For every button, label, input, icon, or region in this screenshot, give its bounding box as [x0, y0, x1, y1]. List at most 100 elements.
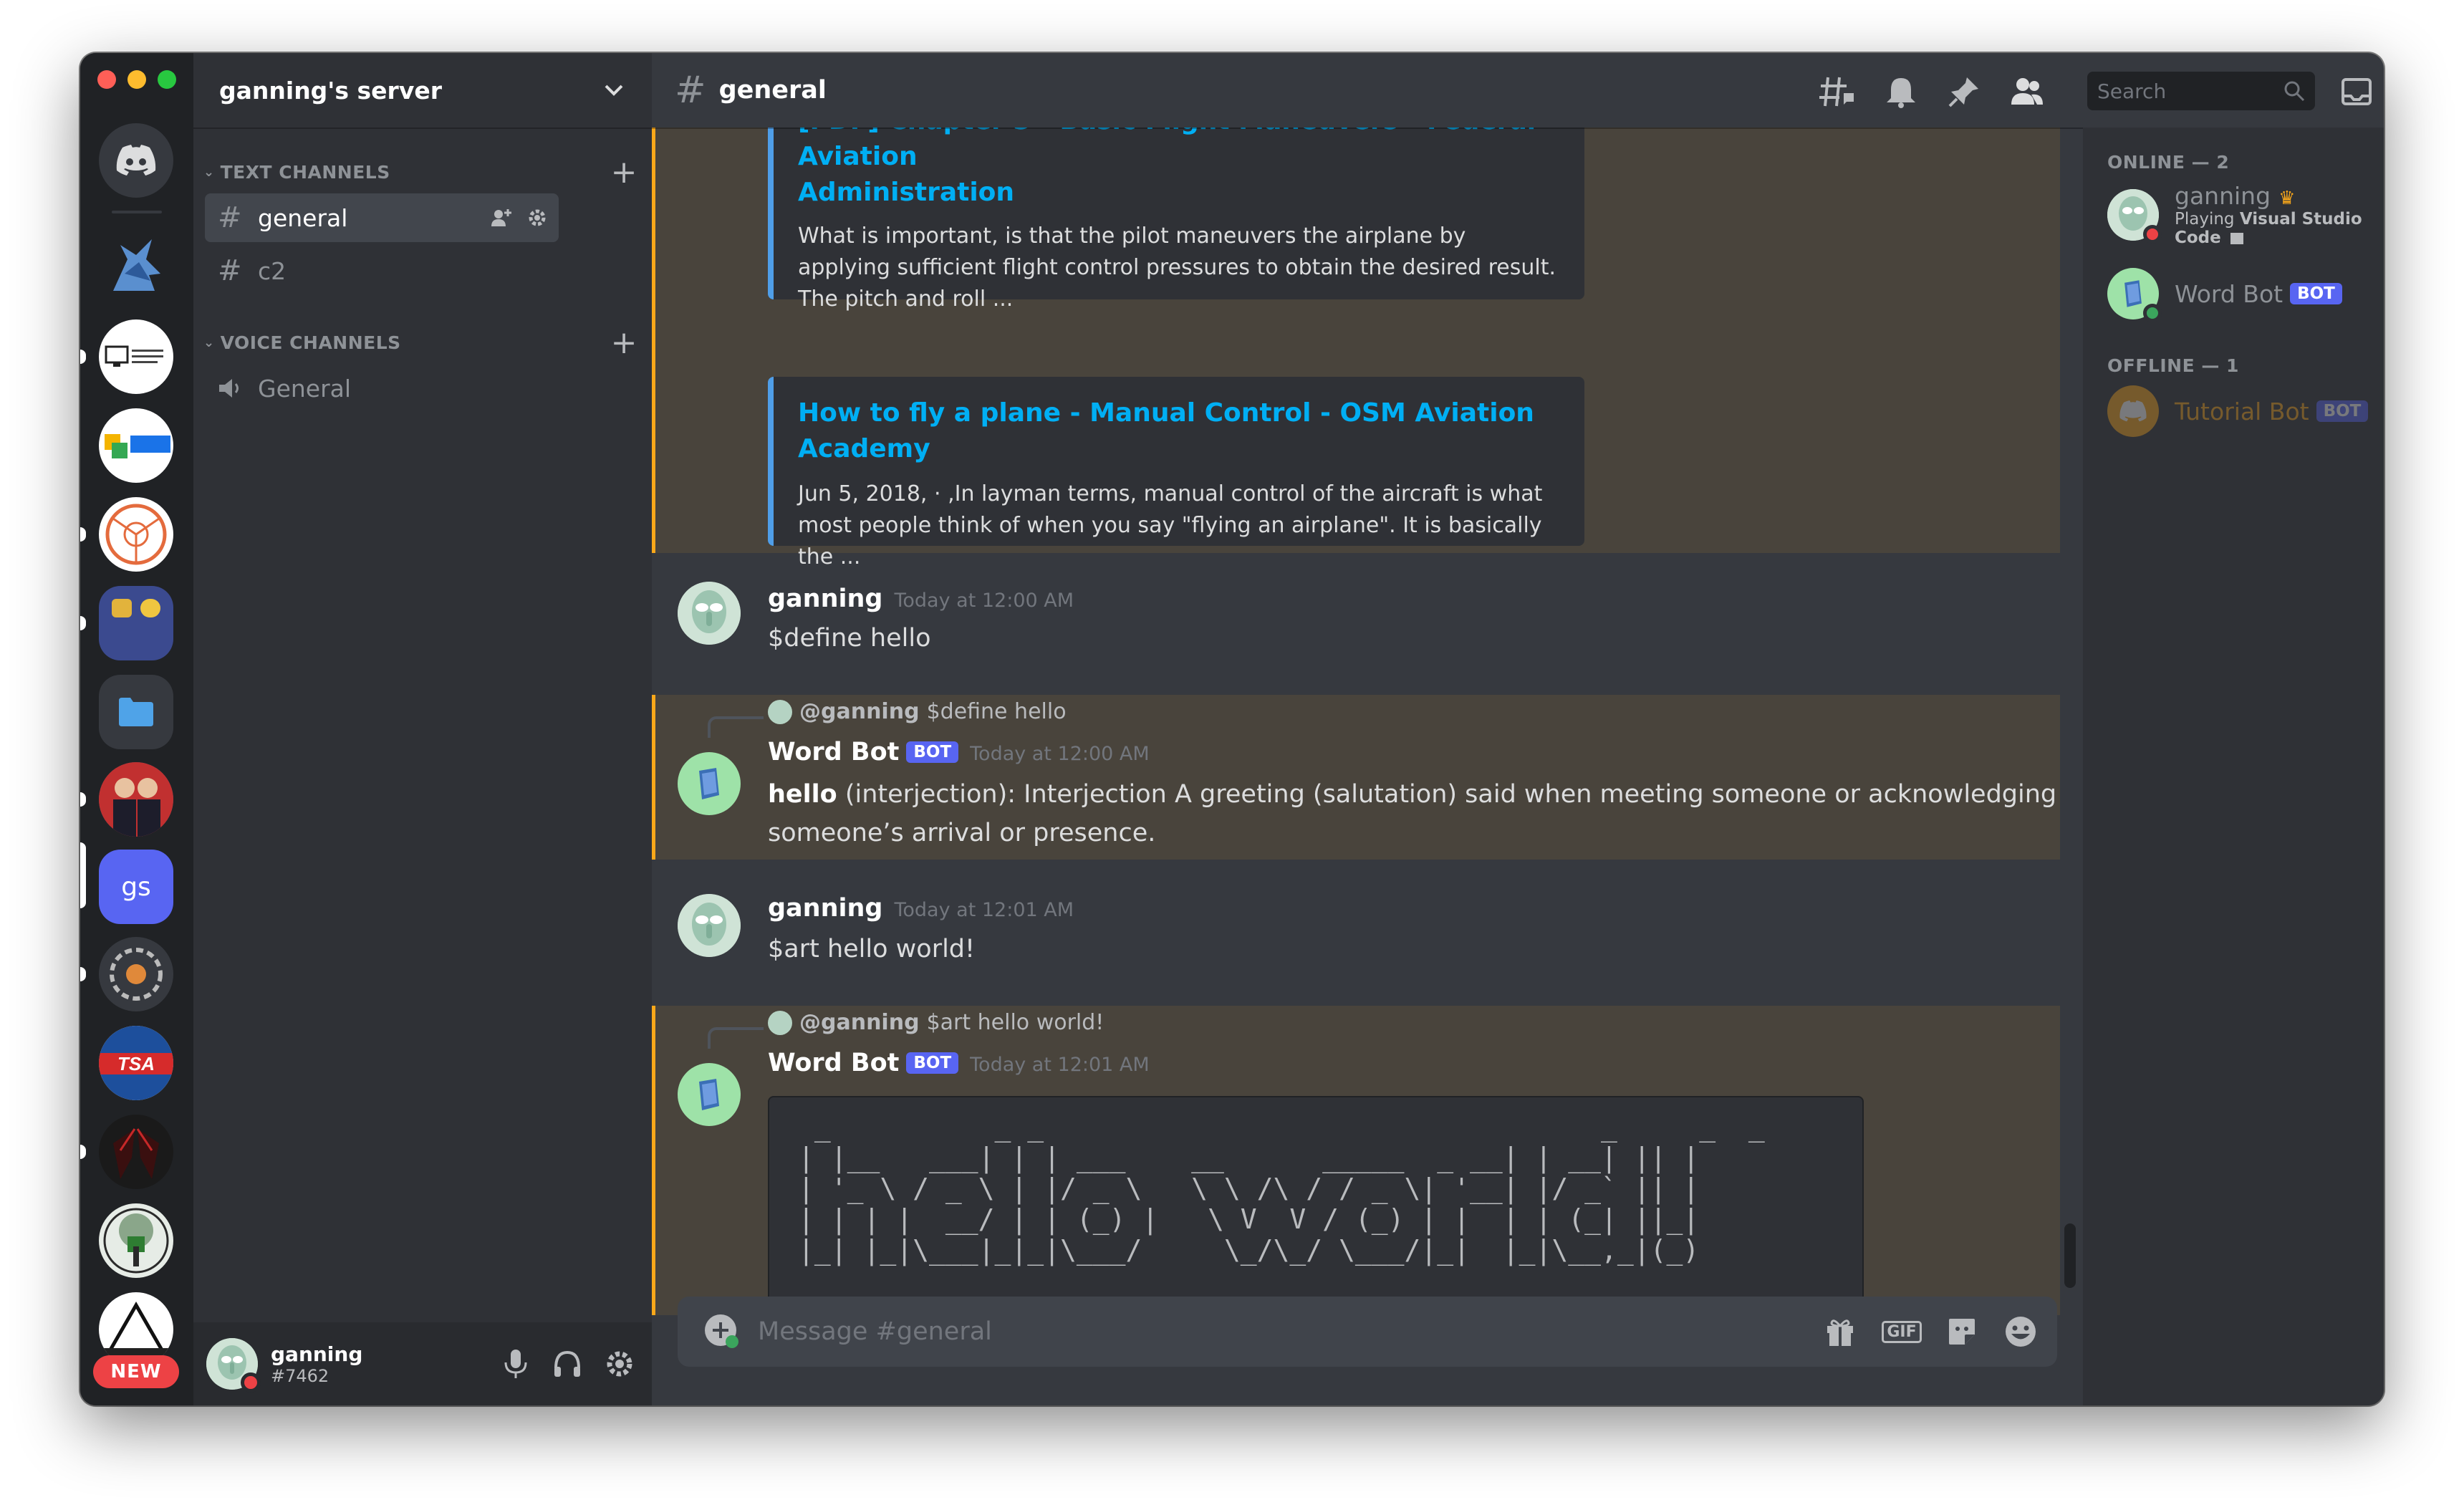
voice-channels-category[interactable]: ⌄ VOICE CHANNELS + — [203, 324, 637, 361]
user-avatar[interactable] — [206, 1338, 261, 1393]
online-header: ONLINE — 2 — [2107, 152, 2230, 173]
channel-header: # general Search — [652, 53, 2372, 128]
unread-indicator — [80, 527, 86, 542]
reply-preview[interactable]: @ganning $art hello world! — [768, 1010, 1104, 1035]
voice-channel-general[interactable]: General — [205, 364, 559, 413]
member-list-icon[interactable] — [2008, 73, 2046, 110]
author-avatar[interactable] — [678, 582, 741, 645]
server-icon-solve[interactable] — [99, 408, 173, 483]
channel-title: general — [718, 76, 827, 105]
member-item[interactable]: Word Bot BOT — [2107, 268, 2342, 322]
hash-icon: # — [218, 254, 242, 287]
window-controls — [97, 70, 176, 89]
gear-icon[interactable] — [527, 208, 547, 228]
message-composer[interactable]: Message #general GIF — [678, 1297, 2057, 1367]
message-list: [PDF] Chapter 3 - Basic Flight Maneuvers… — [652, 128, 2060, 1315]
server-icon-tree[interactable] — [99, 1203, 173, 1278]
user-settings-gear-icon[interactable] — [605, 1349, 635, 1379]
server-icon-unicorn[interactable] — [99, 231, 173, 305]
discord-logo-icon — [116, 145, 156, 175]
notification-bell-icon[interactable] — [1882, 73, 1920, 110]
server-icon-gear[interactable] — [99, 937, 173, 1011]
dnd-status-icon — [2143, 224, 2162, 244]
message-header: Word Bot BOT Today at 12:00 AM — [768, 738, 1150, 766]
tsa-logo-icon: TSA — [99, 1026, 173, 1100]
online-status-icon — [2143, 304, 2162, 322]
definition-text: (interjection): Interjection A greeting … — [837, 780, 2057, 809]
member-list: ONLINE — 2 ganning ♛ Playing Visual Stud… — [2083, 128, 2384, 1405]
headphones-icon[interactable] — [552, 1348, 583, 1380]
solve-logo-icon — [105, 434, 170, 458]
embed-title[interactable]: [PDF] Chapter 3 - Basic Flight Maneuvers… — [798, 128, 1560, 175]
server-icon-coding-foundation[interactable] — [99, 319, 173, 394]
squidward-avatar-icon — [678, 894, 741, 957]
channel-name: c2 — [258, 256, 287, 285]
channel-item-general[interactable]: # general — [205, 193, 559, 242]
server-icon-wings[interactable] — [99, 1115, 173, 1189]
invite-icon[interactable] — [490, 208, 511, 228]
message-item: @ganning $define hello Word Bot BOT Today … — [652, 695, 2060, 860]
embed-title[interactable]: How to fly a plane - Manual Control - OS… — [798, 395, 1560, 467]
author-name[interactable]: ganning — [768, 894, 882, 923]
author-name[interactable]: ganning — [768, 585, 882, 613]
dnd-status-icon — [241, 1372, 261, 1393]
wings-icon — [113, 1128, 159, 1179]
server-icon-vr[interactable] — [99, 497, 173, 572]
emoji-picker-icon[interactable] — [2001, 1314, 2040, 1350]
inbox-icon[interactable] — [2338, 73, 2375, 110]
member-item[interactable]: ganning ♛ Playing Visual Studio Code — [2107, 182, 2384, 247]
reply-preview[interactable]: @ganning $define hello — [768, 699, 1067, 724]
rail-separator — [112, 211, 162, 213]
sticker-icon[interactable] — [1943, 1314, 1981, 1350]
create-channel-icon[interactable]: + — [611, 324, 637, 361]
author-name[interactable]: Word Bot — [768, 738, 899, 766]
pinned-messages-icon[interactable] — [1945, 73, 1983, 110]
svg-text:TSA: TSA — [117, 1053, 155, 1074]
chevron-down-icon — [605, 85, 623, 96]
message-header: ganning Today at 12:00 AM — [768, 585, 1074, 613]
search-placeholder: Search — [2097, 79, 2167, 103]
message-content: $define hello — [768, 624, 931, 653]
maximize-window-button[interactable] — [158, 70, 176, 89]
search-input[interactable]: Search — [2087, 72, 2315, 110]
book-icon — [699, 768, 719, 799]
server-icon-active[interactable]: gs — [99, 850, 173, 924]
gif-button[interactable]: GIF — [1882, 1314, 1922, 1350]
server-folder-closed[interactable] — [99, 675, 173, 749]
embed-title-cont[interactable]: Administration — [798, 175, 1560, 211]
message-header: ganning Today at 12:01 AM — [768, 894, 1074, 923]
message-header: Word Bot BOT Today at 12:01 AM — [768, 1049, 1150, 1077]
author-avatar[interactable] — [678, 1063, 741, 1126]
home-button[interactable] — [99, 123, 173, 198]
author-avatar[interactable] — [678, 894, 741, 957]
member-name: Word Bot — [2175, 279, 2283, 308]
chat-area: # general Search Aviation Administration… — [652, 53, 2372, 1405]
timestamp: Today at 12:00 AM — [894, 590, 1074, 612]
ascii-art: _ _ _ _ _ _ | |__ ___| | | ___ __ _____ … — [798, 1111, 1765, 1266]
member-avatar — [2107, 188, 2162, 244]
threads-icon[interactable] — [1818, 73, 1855, 110]
server-icon-photo[interactable] — [99, 762, 173, 837]
author-avatar[interactable] — [678, 752, 741, 815]
upload-plus-icon[interactable] — [703, 1313, 741, 1350]
new-mentions-badge[interactable]: NEW — [93, 1355, 179, 1388]
close-window-button[interactable] — [97, 70, 116, 89]
book-icon — [699, 1079, 719, 1110]
microphone-icon[interactable] — [501, 1348, 530, 1380]
server-header[interactable]: ganning's server — [193, 53, 652, 128]
channel-item-c2[interactable]: # c2 — [205, 246, 559, 295]
create-channel-icon[interactable]: + — [611, 154, 637, 191]
reply-text: $define hello — [926, 699, 1067, 724]
gift-icon[interactable] — [1821, 1314, 1859, 1350]
member-item[interactable]: Tutorial Bot BOT — [2107, 385, 2369, 437]
photo-people-icon — [99, 762, 173, 837]
text-channels-category[interactable]: ⌄ TEXT CHANNELS + — [203, 154, 637, 191]
sun-gear-icon — [110, 948, 163, 1001]
member-name: Tutorial Bot — [2175, 397, 2309, 425]
server-icon-tsa[interactable]: TSA — [99, 1026, 173, 1100]
server-folder[interactable] — [99, 586, 173, 660]
reply-avatar — [768, 1010, 792, 1035]
minimize-window-button[interactable] — [127, 70, 146, 89]
scrollbar-thumb[interactable] — [2064, 1223, 2076, 1288]
author-name[interactable]: Word Bot — [768, 1049, 899, 1077]
